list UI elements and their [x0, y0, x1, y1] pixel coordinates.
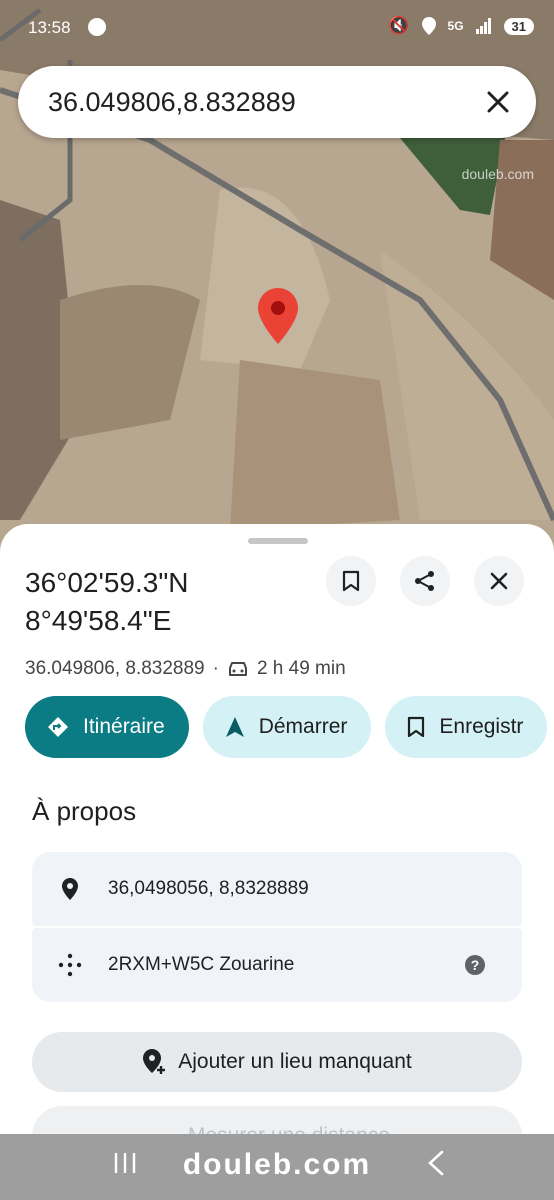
directions-label: Itinéraire: [83, 715, 165, 738]
plus-code-text: 2RXM+W5C Zouarine: [108, 954, 295, 975]
start-label: Démarrer: [258, 715, 348, 738]
coordinates-row[interactable]: 36,0498056, 8,8328889: [32, 852, 522, 926]
action-chips: Itinéraire Démarrer Enregistr: [25, 696, 548, 758]
help-icon[interactable]: ?: [464, 954, 486, 976]
start-button[interactable]: Démarrer: [202, 696, 372, 758]
place-title: 36°02'59.3"N 8°49'58.4"E: [25, 564, 189, 640]
location-pin-icon: [62, 878, 78, 900]
search-query[interactable]: 36.049806,8.832889: [48, 87, 468, 118]
coordinates-text: 36,0498056, 8,8328889: [108, 878, 309, 899]
close-icon: [490, 572, 508, 590]
close-icon: [487, 91, 509, 113]
location-icon: [421, 17, 436, 35]
svg-text:?: ?: [471, 957, 480, 973]
network-type: 5G: [447, 19, 464, 33]
plus-code-row[interactable]: 2RXM+W5C Zouarine ?: [32, 928, 522, 1002]
battery-level: 31: [503, 17, 534, 35]
measure-distance-label: Mesurer une distance: [188, 1124, 390, 1147]
close-sheet-button[interactable]: [474, 556, 524, 606]
clear-search-button[interactable]: [468, 72, 528, 132]
about-heading: À propos: [32, 796, 137, 826]
place-sheet: 36°02'59.3"N 8°49'58.4"E 36.049806, 8.83…: [0, 524, 554, 1200]
watermark: douleb.com: [182, 1148, 372, 1181]
status-time: 13:58: [28, 18, 71, 37]
directions-button[interactable]: Itinéraire: [25, 696, 189, 758]
separator-dot: ·: [212, 658, 219, 679]
place-subtitle: 36.049806, 8.832889 · 2 h 49 min: [25, 658, 346, 680]
messenger-icon: [88, 18, 106, 36]
save-chip-button[interactable]: Enregistr: [385, 696, 548, 758]
map-pin-icon[interactable]: [258, 288, 298, 344]
travel-time: 2 h 49 min: [256, 658, 346, 679]
bookmark-icon: [342, 570, 360, 592]
share-icon: [415, 571, 434, 591]
navigation-arrow-icon: [225, 717, 244, 737]
signal-icon: [475, 18, 491, 34]
latitude-dms: 36°02'59.3"N: [25, 567, 189, 598]
decimal-coords: 36.049806, 8.832889: [25, 658, 205, 679]
mute-icon: 🔇: [388, 16, 410, 35]
car-icon: [228, 662, 247, 676]
search-bar[interactable]: 36.049806,8.832889: [18, 66, 536, 138]
add-location-icon: [143, 1049, 166, 1074]
save-label: Enregistr: [439, 715, 524, 738]
plus-code-icon: [58, 953, 82, 977]
map-watermark: douleb.com: [461, 166, 534, 182]
bookmark-icon: [408, 716, 425, 738]
status-bar: 13:58 🔇 5G 31: [0, 0, 554, 56]
save-button[interactable]: [326, 556, 376, 606]
longitude-dms: 8°49'58.4"E: [25, 605, 172, 636]
drag-handle[interactable]: [248, 538, 308, 544]
share-button[interactable]: [400, 556, 450, 606]
directions-icon: [48, 717, 68, 737]
add-missing-place-label: Ajouter un lieu manquant: [178, 1050, 412, 1073]
add-missing-place-button[interactable]: Ajouter un lieu manquant: [32, 1032, 522, 1092]
